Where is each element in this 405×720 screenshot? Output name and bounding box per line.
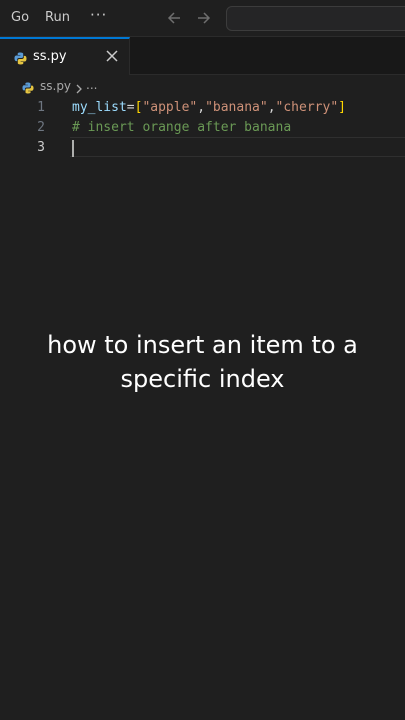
menu-go[interactable]: Go [11, 10, 29, 25]
breadcrumb-file[interactable]: ss.py [40, 79, 71, 93]
command-center-search[interactable] [226, 6, 405, 31]
arrow-left-icon[interactable] [165, 8, 185, 28]
breadcrumb-ellipsis[interactable]: ... [86, 78, 97, 92]
tab-label: ss.py [33, 49, 67, 64]
menu-more-button[interactable]: ··· [90, 6, 107, 24]
code-editor[interactable]: 1 my_list=["apple","banana","cherry"] 2 … [0, 97, 405, 720]
caption-line-1: how to insert an item to a [47, 331, 358, 359]
token-string: "banana" [205, 100, 268, 115]
line-number: 1 [37, 100, 45, 115]
token-string: "apple" [142, 100, 198, 115]
video-caption: how to insert an item to a specific inde… [0, 328, 405, 396]
menu-run[interactable]: Run [45, 10, 70, 25]
token-operator: = [126, 100, 135, 115]
close-icon[interactable] [105, 48, 119, 62]
code-comment[interactable]: # insert orange after banana [72, 118, 291, 138]
token-string: "cherry" [275, 100, 339, 115]
arrow-right-icon[interactable] [193, 8, 213, 28]
token-comma: , [197, 100, 206, 115]
token-bracket: ] [338, 100, 346, 115]
python-icon [22, 79, 34, 94]
code-text[interactable]: my_list=["apple","banana","cherry"] [72, 98, 346, 118]
line-number: 3 [37, 140, 45, 155]
code-line: 2 # insert orange after banana [0, 118, 405, 138]
code-line: 1 my_list=["apple","banana","cherry"] [0, 98, 405, 118]
menubar: Go Run ··· [0, 0, 405, 37]
tab-bar: ss.py [0, 37, 405, 75]
line-number: 2 [37, 120, 45, 135]
text-cursor [72, 140, 74, 157]
chevron-right-icon [74, 80, 84, 94]
token-comma: , [267, 100, 276, 115]
caption-line-2: specific index [120, 365, 285, 393]
token-variable: my_list [72, 100, 127, 115]
tab-ss-py[interactable]: ss.py [0, 37, 130, 75]
python-icon [14, 50, 27, 65]
current-line-highlight [70, 137, 405, 157]
breadcrumb: ss.py ... [0, 75, 405, 97]
